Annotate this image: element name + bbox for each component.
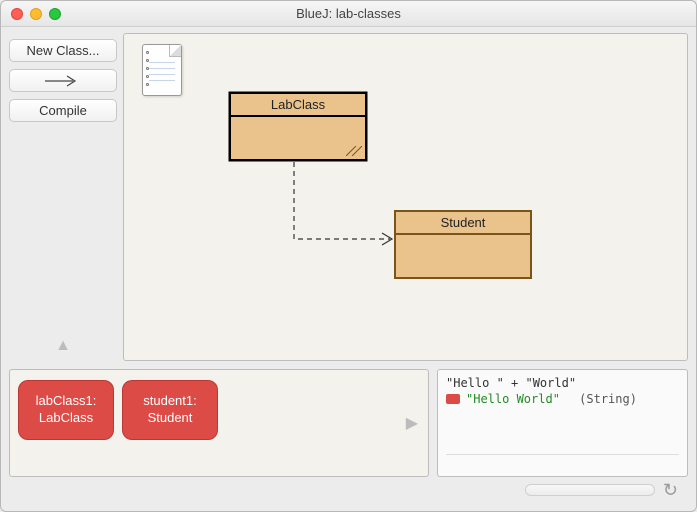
codepad-input[interactable]	[446, 454, 679, 474]
arrow-icon	[43, 75, 83, 87]
progress-bar	[525, 484, 655, 496]
codepad-panel[interactable]: "Hello " + "World" "Hello World" (String…	[437, 369, 688, 477]
object-result-icon[interactable]	[446, 394, 460, 404]
run-again-icon[interactable]: ↻	[663, 480, 678, 501]
object-class: Student	[148, 410, 193, 427]
class-box-student[interactable]: Student	[394, 210, 532, 279]
compile-button[interactable]: Compile	[9, 99, 117, 122]
window-title: BlueJ: lab-classes	[1, 6, 696, 21]
status-bar: ↻	[9, 477, 688, 503]
bluej-window: BlueJ: lab-classes New Class... Compile …	[0, 0, 697, 512]
object-name: labClass1:	[36, 393, 97, 410]
codepad-result-type: (String)	[579, 392, 637, 406]
new-class-button[interactable]: New Class...	[9, 39, 117, 62]
hatch-decoration-icon	[346, 146, 362, 156]
expand-bench-icon[interactable]: ▶	[406, 413, 418, 433]
object-instance-student1[interactable]: student1: Student	[122, 380, 218, 440]
class-name-label: Student	[396, 212, 530, 235]
readme-file-icon[interactable]	[142, 44, 182, 96]
dependency-arrow-button[interactable]	[9, 69, 117, 92]
object-bench[interactable]: labClass1: LabClass student1: Student ▶	[9, 369, 429, 477]
object-name: student1:	[143, 393, 197, 410]
titlebar[interactable]: BlueJ: lab-classes	[1, 1, 696, 27]
codepad-result-value: "Hello World"	[466, 392, 560, 406]
codepad-expression: "Hello " + "World"	[446, 376, 679, 390]
class-box-labclass[interactable]: LabClass	[229, 92, 367, 161]
object-class: LabClass	[39, 410, 93, 427]
toolbar-sidebar: New Class... Compile ▲	[9, 33, 117, 361]
collapse-sidebar-icon[interactable]: ▲	[9, 337, 117, 361]
class-diagram-area[interactable]: LabClass Student	[123, 33, 688, 361]
dependency-arrow-icon	[124, 34, 687, 360]
object-instance-labclass1[interactable]: labClass1: LabClass	[18, 380, 114, 440]
class-name-label: LabClass	[231, 94, 365, 117]
codepad-result-line: "Hello World" (String)	[446, 392, 679, 406]
